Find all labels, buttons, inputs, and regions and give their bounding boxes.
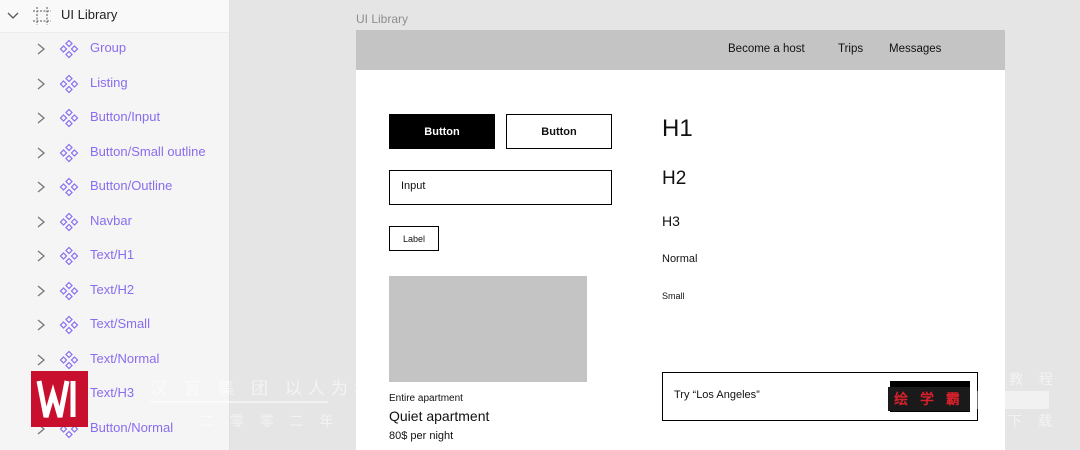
chevron-right-icon[interactable] bbox=[35, 353, 47, 367]
layer-root-ui-library[interactable]: UI Library bbox=[0, 0, 229, 33]
button-normal[interactable]: Button bbox=[389, 114, 495, 149]
navbar: Become a host Trips Messages bbox=[356, 30, 1005, 70]
input-field[interactable]: Input bbox=[389, 170, 612, 205]
chevron-right-icon[interactable] bbox=[35, 318, 47, 332]
text-h2: H2 bbox=[662, 168, 687, 189]
layer-item-label: Text/Normal bbox=[90, 350, 160, 366]
chevron-right-icon[interactable] bbox=[35, 284, 47, 298]
layer-item[interactable]: Listing bbox=[0, 67, 229, 101]
watermark-logo bbox=[31, 371, 88, 427]
component-icon bbox=[59, 143, 79, 162]
layer-item-label: Button/Outline bbox=[90, 178, 173, 193]
component-icon bbox=[59, 246, 79, 266]
layer-item-label: Group bbox=[90, 40, 127, 55]
watermark-right-line2: 下 载 bbox=[1008, 413, 1058, 429]
component-icon bbox=[59, 350, 79, 369]
chevron-right-icon[interactable] bbox=[35, 111, 47, 125]
search-placeholder: Try “Los Angeles” bbox=[674, 389, 760, 401]
layer-item[interactable]: Text/H2 bbox=[0, 274, 229, 308]
listing-image[interactable] bbox=[389, 276, 587, 382]
layer-item[interactable]: Text/H1 bbox=[0, 239, 229, 273]
input-value: Input bbox=[401, 180, 426, 192]
frame-title[interactable]: UI Library bbox=[356, 12, 408, 26]
label-chip[interactable]: Label bbox=[389, 226, 439, 251]
chevron-down-icon[interactable] bbox=[6, 9, 20, 23]
layer-item[interactable]: Group bbox=[0, 32, 229, 66]
chevron-right-icon[interactable] bbox=[35, 180, 47, 194]
layer-item-label: Text/H1 bbox=[90, 247, 135, 262]
layer-item[interactable]: Text/Small bbox=[0, 308, 229, 342]
layer-item-label: Text/H3 bbox=[90, 385, 135, 400]
layer-item-label: Button/Small outline bbox=[90, 143, 206, 159]
layer-item-label: Navbar bbox=[90, 212, 132, 228]
component-icon bbox=[59, 212, 79, 231]
watermark-line2: 二 零 零 二 年 bbox=[200, 413, 340, 429]
component-icon bbox=[59, 315, 79, 335]
component-icon bbox=[59, 39, 79, 59]
watermark-right-line1: 教 程 bbox=[1009, 371, 1059, 387]
chevron-right-icon[interactable] bbox=[35, 42, 47, 56]
component-icon bbox=[59, 281, 79, 300]
watermark-right-bar bbox=[975, 391, 1049, 409]
layer-item-label: Text/Small bbox=[90, 316, 150, 331]
text-h3: H3 bbox=[662, 213, 680, 229]
text-normal: Normal bbox=[662, 253, 698, 265]
layer-item-label: Button/Input bbox=[90, 109, 161, 124]
layer-item-label: Button/Normal bbox=[90, 419, 174, 435]
watermark-line1: 汉 盲 集 团 以人为本 bbox=[150, 379, 377, 398]
button-outline[interactable]: Button bbox=[506, 114, 612, 149]
component-icon bbox=[59, 108, 79, 128]
chevron-right-icon[interactable] bbox=[35, 77, 47, 91]
layer-item-label: Text/H2 bbox=[90, 281, 135, 297]
layer-root-label: UI Library bbox=[61, 7, 118, 22]
component-icon bbox=[59, 177, 79, 197]
nav-link-messages[interactable]: Messages bbox=[889, 43, 941, 55]
listing-price: 80$ per night bbox=[389, 430, 454, 442]
listing-title: Quiet apartment bbox=[389, 408, 490, 424]
text-h1: H1 bbox=[662, 115, 693, 142]
watermark-badge: 绘 学 霸 bbox=[888, 387, 970, 411]
listing-type: Entire apartment bbox=[389, 393, 463, 404]
nav-link-become-host[interactable]: Become a host bbox=[728, 43, 805, 55]
layer-item[interactable]: Navbar bbox=[0, 205, 229, 239]
watermark-divider bbox=[150, 401, 328, 403]
chevron-right-icon[interactable] bbox=[35, 215, 47, 229]
layer-item-label: Listing bbox=[90, 74, 128, 90]
layer-item[interactable]: Button/Small outline bbox=[0, 136, 229, 170]
layer-item[interactable]: Button/Input bbox=[0, 101, 229, 135]
layer-item[interactable]: Button/Outline bbox=[0, 170, 229, 204]
text-small: Small bbox=[662, 291, 685, 301]
component-icon bbox=[59, 74, 79, 93]
chevron-right-icon[interactable] bbox=[35, 146, 47, 160]
frame-icon bbox=[33, 7, 51, 25]
nav-link-trips[interactable]: Trips bbox=[838, 43, 863, 55]
chevron-right-icon[interactable] bbox=[35, 249, 47, 263]
